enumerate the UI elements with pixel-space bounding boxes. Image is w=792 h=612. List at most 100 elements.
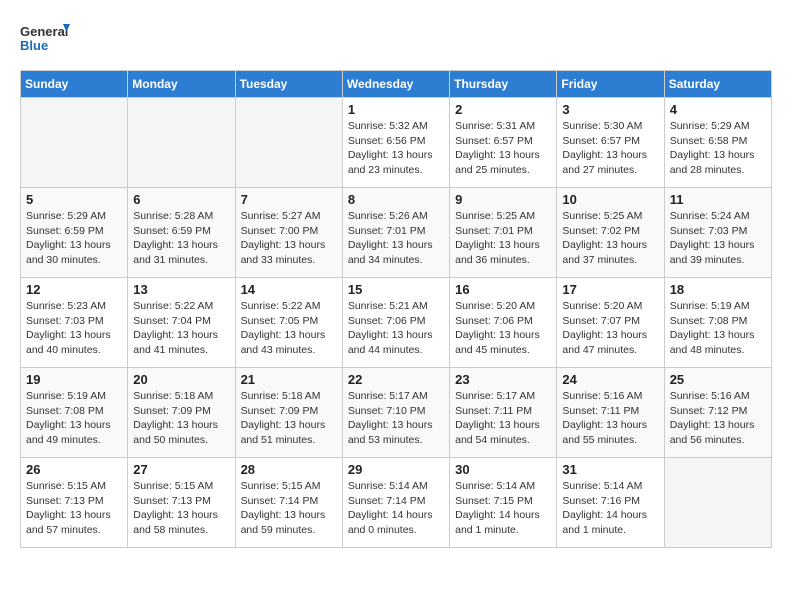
day-info: Sunrise: 5:16 AM Sunset: 7:12 PM Dayligh… xyxy=(670,389,766,448)
calendar-day: 28 Sunrise: 5:15 AM Sunset: 7:14 PM Dayli… xyxy=(235,458,342,548)
calendar-day: 7Sunrise: 5:27 AM Sunset: 7:00 PM Daylig… xyxy=(235,188,342,278)
calendar-day: 2Sunrise: 5:31 AM Sunset: 6:57 PM Daylig… xyxy=(450,98,557,188)
header-sunday: Sunday xyxy=(21,71,128,98)
calendar-day: 23 Sunrise: 5:17 AM Sunset: 7:11 PM Dayli… xyxy=(450,368,557,458)
day-info: Sunrise: 5:19 AM Sunset: 7:08 PM Dayligh… xyxy=(670,299,766,358)
calendar-day: 3 Sunrise: 5:30 AM Sunset: 6:57 PM Daylig… xyxy=(557,98,664,188)
header-saturday: Saturday xyxy=(664,71,771,98)
day-info: Sunrise: 5:15 AM Sunset: 7:13 PM Dayligh… xyxy=(133,479,229,538)
calendar-day: 15 Sunrise: 5:21 AM Sunset: 7:06 PM Dayli… xyxy=(342,278,449,368)
day-number: 26 xyxy=(26,462,122,477)
day-number: 6 xyxy=(133,192,229,207)
calendar-day: 31 Sunrise: 5:14 AM Sunset: 7:16 PM Dayli… xyxy=(557,458,664,548)
calendar-day: 14 Sunrise: 5:22 AM Sunset: 7:05 PM Dayli… xyxy=(235,278,342,368)
calendar-day: 6 Sunrise: 5:28 AM Sunset: 6:59 PM Daylig… xyxy=(128,188,235,278)
calendar-day: 10 Sunrise: 5:25 AM Sunset: 7:02 PM Dayli… xyxy=(557,188,664,278)
calendar-header-row: SundayMondayTuesdayWednesdayThursdayFrid… xyxy=(21,71,772,98)
day-info: Sunrise: 5:15 AM Sunset: 7:13 PM Dayligh… xyxy=(26,479,122,538)
day-info: Sunrise: 5:15 AM Sunset: 7:14 PM Dayligh… xyxy=(241,479,337,538)
calendar-day xyxy=(235,98,342,188)
calendar-day: 16 Sunrise: 5:20 AM Sunset: 7:06 PM Dayli… xyxy=(450,278,557,368)
day-info: Sunrise: 5:22 AM Sunset: 7:04 PM Dayligh… xyxy=(133,299,229,358)
day-number: 10 xyxy=(562,192,658,207)
page-header: General Blue xyxy=(20,20,772,60)
calendar-day: 19Sunrise: 5:19 AM Sunset: 7:08 PM Dayli… xyxy=(21,368,128,458)
day-info: Sunrise: 5:22 AM Sunset: 7:05 PM Dayligh… xyxy=(241,299,337,358)
calendar-day: 24 Sunrise: 5:16 AM Sunset: 7:11 PM Dayli… xyxy=(557,368,664,458)
calendar-day xyxy=(128,98,235,188)
calendar-day: 13 Sunrise: 5:22 AM Sunset: 7:04 PM Dayli… xyxy=(128,278,235,368)
day-number: 15 xyxy=(348,282,444,297)
calendar-week-2: 5 Sunrise: 5:29 AM Sunset: 6:59 PM Daylig… xyxy=(21,188,772,278)
svg-text:General: General xyxy=(20,24,68,39)
day-number: 13 xyxy=(133,282,229,297)
day-number: 31 xyxy=(562,462,658,477)
calendar-day: 1Sunrise: 5:32 AM Sunset: 6:56 PM Daylig… xyxy=(342,98,449,188)
day-number: 29 xyxy=(348,462,444,477)
logo: General Blue xyxy=(20,20,70,60)
calendar-week-5: 26 Sunrise: 5:15 AM Sunset: 7:13 PM Dayli… xyxy=(21,458,772,548)
calendar-day: 25 Sunrise: 5:16 AM Sunset: 7:12 PM Dayli… xyxy=(664,368,771,458)
day-number: 24 xyxy=(562,372,658,387)
day-number: 21 xyxy=(241,372,337,387)
logo-svg: General Blue xyxy=(20,20,70,60)
calendar-day: 17Sunrise: 5:20 AM Sunset: 7:07 PM Dayli… xyxy=(557,278,664,368)
calendar-day xyxy=(21,98,128,188)
svg-text:Blue: Blue xyxy=(20,38,48,53)
day-info: Sunrise: 5:21 AM Sunset: 7:06 PM Dayligh… xyxy=(348,299,444,358)
calendar-day: 18 Sunrise: 5:19 AM Sunset: 7:08 PM Dayli… xyxy=(664,278,771,368)
day-info: Sunrise: 5:29 AM Sunset: 6:59 PM Dayligh… xyxy=(26,209,122,268)
calendar-table: SundayMondayTuesdayWednesdayThursdayFrid… xyxy=(20,70,772,548)
day-info: Sunrise: 5:20 AM Sunset: 7:06 PM Dayligh… xyxy=(455,299,551,358)
day-number: 5 xyxy=(26,192,122,207)
day-number: 2 xyxy=(455,102,551,117)
day-info: Sunrise: 5:28 AM Sunset: 6:59 PM Dayligh… xyxy=(133,209,229,268)
calendar-week-3: 12Sunrise: 5:23 AM Sunset: 7:03 PM Dayli… xyxy=(21,278,772,368)
header-monday: Monday xyxy=(128,71,235,98)
day-number: 23 xyxy=(455,372,551,387)
day-info: Sunrise: 5:18 AM Sunset: 7:09 PM Dayligh… xyxy=(133,389,229,448)
day-info: Sunrise: 5:30 AM Sunset: 6:57 PM Dayligh… xyxy=(562,119,658,178)
day-number: 30 xyxy=(455,462,551,477)
day-info: Sunrise: 5:17 AM Sunset: 7:11 PM Dayligh… xyxy=(455,389,551,448)
day-info: Sunrise: 5:18 AM Sunset: 7:09 PM Dayligh… xyxy=(241,389,337,448)
day-number: 27 xyxy=(133,462,229,477)
calendar-day: 20 Sunrise: 5:18 AM Sunset: 7:09 PM Dayli… xyxy=(128,368,235,458)
calendar-day: 21 Sunrise: 5:18 AM Sunset: 7:09 PM Dayli… xyxy=(235,368,342,458)
day-number: 25 xyxy=(670,372,766,387)
day-number: 4 xyxy=(670,102,766,117)
day-info: Sunrise: 5:19 AM Sunset: 7:08 PM Dayligh… xyxy=(26,389,122,448)
day-number: 16 xyxy=(455,282,551,297)
day-info: Sunrise: 5:32 AM Sunset: 6:56 PM Dayligh… xyxy=(348,119,444,178)
header-wednesday: Wednesday xyxy=(342,71,449,98)
day-info: Sunrise: 5:14 AM Sunset: 7:16 PM Dayligh… xyxy=(562,479,658,538)
calendar-day: 8Sunrise: 5:26 AM Sunset: 7:01 PM Daylig… xyxy=(342,188,449,278)
day-info: Sunrise: 5:17 AM Sunset: 7:10 PM Dayligh… xyxy=(348,389,444,448)
day-number: 28 xyxy=(241,462,337,477)
day-number: 14 xyxy=(241,282,337,297)
day-info: Sunrise: 5:20 AM Sunset: 7:07 PM Dayligh… xyxy=(562,299,658,358)
day-number: 12 xyxy=(26,282,122,297)
day-info: Sunrise: 5:25 AM Sunset: 7:02 PM Dayligh… xyxy=(562,209,658,268)
calendar-day: 27 Sunrise: 5:15 AM Sunset: 7:13 PM Dayli… xyxy=(128,458,235,548)
calendar-day xyxy=(664,458,771,548)
calendar-day: 29Sunrise: 5:14 AM Sunset: 7:14 PM Dayli… xyxy=(342,458,449,548)
day-info: Sunrise: 5:16 AM Sunset: 7:11 PM Dayligh… xyxy=(562,389,658,448)
day-number: 7 xyxy=(241,192,337,207)
day-number: 20 xyxy=(133,372,229,387)
calendar-week-1: 1Sunrise: 5:32 AM Sunset: 6:56 PM Daylig… xyxy=(21,98,772,188)
calendar-week-4: 19Sunrise: 5:19 AM Sunset: 7:08 PM Dayli… xyxy=(21,368,772,458)
day-info: Sunrise: 5:25 AM Sunset: 7:01 PM Dayligh… xyxy=(455,209,551,268)
calendar-day: 12Sunrise: 5:23 AM Sunset: 7:03 PM Dayli… xyxy=(21,278,128,368)
calendar-day: 5 Sunrise: 5:29 AM Sunset: 6:59 PM Daylig… xyxy=(21,188,128,278)
header-friday: Friday xyxy=(557,71,664,98)
day-number: 9 xyxy=(455,192,551,207)
day-info: Sunrise: 5:24 AM Sunset: 7:03 PM Dayligh… xyxy=(670,209,766,268)
day-number: 3 xyxy=(562,102,658,117)
day-number: 11 xyxy=(670,192,766,207)
calendar-day: 4 Sunrise: 5:29 AM Sunset: 6:58 PM Daylig… xyxy=(664,98,771,188)
day-number: 18 xyxy=(670,282,766,297)
day-info: Sunrise: 5:29 AM Sunset: 6:58 PM Dayligh… xyxy=(670,119,766,178)
calendar-day: 11 Sunrise: 5:24 AM Sunset: 7:03 PM Dayli… xyxy=(664,188,771,278)
header-thursday: Thursday xyxy=(450,71,557,98)
